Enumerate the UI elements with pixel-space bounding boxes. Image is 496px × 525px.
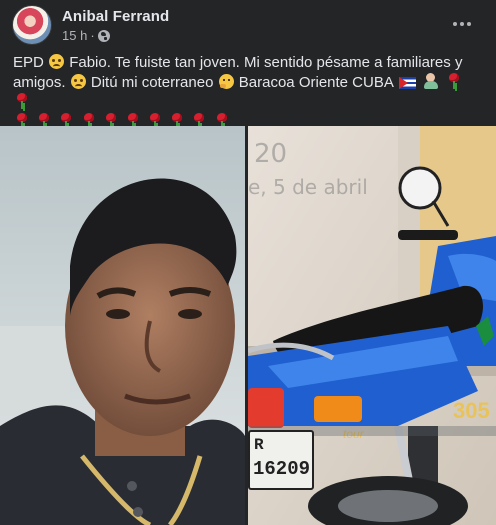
plate-number: 16209: [253, 458, 311, 480]
plate-letter: R: [254, 436, 264, 454]
time-separator: ·: [90, 28, 95, 43]
post-header: Anibal Ferrand 15 h ·: [0, 0, 496, 50]
caption-text-1: EPD: [13, 54, 44, 71]
cuba-flag-icon: [399, 77, 417, 89]
license-plate: R 16209: [248, 430, 314, 490]
person-praying-icon: [424, 73, 439, 89]
rose-icon: [15, 93, 29, 109]
more-options-icon[interactable]: [448, 12, 476, 36]
portrait-image: [0, 126, 245, 525]
globe-icon[interactable]: [97, 29, 110, 42]
photo-grid: 305 tour 20 e, 5 de abril R 16209: [0, 126, 496, 525]
thinking-face-icon: [218, 74, 234, 89]
wall-date-text: e, 5 de abril: [248, 175, 368, 199]
sad-face-icon: [70, 74, 86, 89]
photo-man[interactable]: [0, 126, 245, 525]
post-caption: EPD Fabio. Te fuiste tan joven. Mi senti…: [13, 53, 483, 133]
author-name[interactable]: Anibal Ferrand: [62, 8, 169, 25]
post-meta: 15 h ·: [62, 28, 110, 43]
rose-icon: [447, 73, 461, 89]
caption-text-3: Ditú mi coterraneo: [90, 74, 214, 91]
sad-face-icon: [49, 54, 65, 69]
post-time[interactable]: 15 h: [62, 28, 87, 43]
wall-number: 20: [254, 139, 287, 169]
author-avatar[interactable]: [12, 5, 52, 45]
bike-model: 305: [453, 398, 490, 423]
caption-text-4: Baracoa Oriente CUBA: [238, 74, 394, 91]
